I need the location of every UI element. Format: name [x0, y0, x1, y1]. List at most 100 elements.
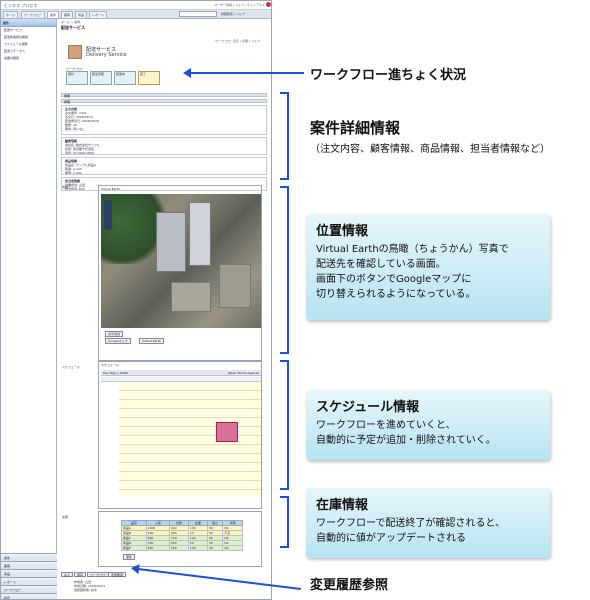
app-window: ビジネス プロセス ユーザー情報 | ヘルプ | サインアウト ホーム ワークフ… [0, 0, 272, 600]
bracket-inventory [280, 496, 289, 548]
table-cell: 500 [168, 545, 189, 551]
map-building [171, 282, 211, 312]
callout-location-line: 画面下のボタンでGoogleマップに [316, 274, 472, 285]
sidebar-nav-workflow[interactable]: ワークフロー [1, 585, 57, 593]
table-cell: 50 [206, 545, 224, 551]
tab-product[interactable]: 商品 [75, 11, 88, 18]
top-bar: ビジネス プロセス ユーザー情報 | ヘルプ | サインアウト [1, 1, 271, 10]
callout-workflow-progress: ワークフロー進ちょく状況 [310, 68, 467, 83]
callout-case-detail: 案件詳細情報 [310, 119, 401, 137]
callout-location: 位置情報 Virtual Earthの鳥瞰（ちょうかん）写真で 配送先を確認して… [306, 214, 550, 320]
tab-customer[interactable]: 顧客 [61, 11, 74, 18]
map-building [156, 212, 186, 272]
order-details: 注文内容 注文番号: 1001 注文日: 2008/03/01 配送希望日: 2… [61, 105, 267, 135]
bracket-location [280, 186, 289, 354]
callout-arrow-workflow [183, 68, 304, 78]
page-toolbar[interactable]: ワークフロー表示 | 印刷 | ヘルプ [215, 39, 260, 43]
record-meta: 作成者: 山田 作成日時: 2008/03/01 最終更新者: 鈴木 [74, 580, 105, 592]
detail-line: 電話: 03-0000-0000 [65, 151, 95, 155]
map-building [189, 202, 211, 266]
sidebar-item[interactable]: 配送先情報の確認 [1, 34, 56, 41]
calendar-date: Day May 1 2008 [103, 371, 128, 375]
callout-schedule-line: ワークフローを進めていくと、 [316, 420, 456, 431]
save-button[interactable]: 保存 [74, 572, 87, 577]
service-subtitle: Delivery Service [86, 52, 127, 58]
sidebar-header-label: 案件 [3, 21, 10, 25]
sidebar-item[interactable]: 配送ステータス [1, 48, 56, 55]
callout-inventory-title: 在庫情報 [316, 498, 369, 513]
sidebar-nav-customer[interactable]: 顧客 [1, 561, 57, 569]
workflow-step[interactable]: 配送中 [114, 71, 136, 85]
callout-case-detail-sub: （注文内容、顧客情報、商品情報、担当者情報など） [310, 144, 550, 155]
sidebar-nav-case[interactable]: 案件 [1, 553, 57, 561]
breadcrumb[interactable]: ホーム > 案件 [61, 20, 80, 24]
table-cell: OK [222, 545, 243, 551]
callout-schedule-line: 自動的に予定が追加・削除されていく。 [316, 435, 496, 446]
page-title: 配送サービス [61, 25, 85, 30]
map-pane: Virtual Earth 表示切替 Googleマップ Virtual Ear… [98, 185, 262, 361]
sidebar-item[interactable]: 在庫の確認 [1, 55, 56, 62]
table-row: 商品E 600 500 100 50 OK [121, 545, 243, 551]
sidebar-nav-product[interactable]: 商品 [1, 569, 57, 577]
map-building [219, 264, 251, 308]
meta-line: 最終更新者: 鈴木 [74, 588, 97, 592]
map-caption: Virtual Earth [101, 187, 120, 191]
google-map-button[interactable]: Googleマップ [105, 338, 131, 344]
bracket-schedule [280, 360, 289, 490]
tab-home[interactable]: ホーム [3, 11, 18, 18]
back-button[interactable]: 戻る [61, 572, 74, 577]
inventory-table-wrap: 品目 入荷 出荷 在庫 最小 状態 商品A 1000 900 100 50 OK 商品B 5… [101, 520, 261, 560]
calendar-toolbar[interactable]: Day May 1 2008 Week Month Agenda [101, 370, 261, 376]
map-toggle-button[interactable]: 表示切替 [105, 331, 124, 337]
callout-inventory-line: 自動的に値がアップデートされる [316, 533, 466, 544]
calendar-grid[interactable] [119, 382, 261, 496]
tab-report[interactable]: レポート [89, 11, 108, 18]
section-header-summary[interactable]: 概要 [61, 93, 267, 98]
sidebar-header[interactable]: 案件 [1, 19, 56, 27]
schedule-pane: スケジュール Day May 1 2008 Week Month Agenda [98, 361, 262, 509]
callout-inventory-line: ワークフローで配送終了が確認されると、 [316, 518, 505, 529]
bracket-case-detail [280, 92, 289, 180]
inventory-pane: 品目 入荷 出荷 在庫 最小 状態 商品A 1000 900 100 50 OK 商品B 5… [98, 511, 262, 567]
customer-details: 顧客情報 会社名: 株式会社サンプル 住所: 東京都千代田区 電話: 03-00… [61, 137, 267, 155]
section-header-details[interactable]: 詳細 [61, 99, 267, 104]
delivery-person-avatar [68, 45, 82, 59]
logo-icon [266, 2, 271, 7]
workflow-step-current[interactable]: 完了 [138, 71, 160, 85]
callout-inventory: 在庫情報 ワークフローで配送終了が確認されると、 自動的に値がアップデートされる [306, 488, 550, 558]
tab-case[interactable]: 案件 [47, 11, 60, 18]
sidebar-item[interactable]: スケジュール調整 [1, 41, 56, 48]
map-nav-control[interactable] [104, 200, 112, 230]
callout-history: 変更履歴参照 [310, 578, 389, 593]
schedule-row-label: スケジュール [62, 365, 80, 369]
tab-workflow[interactable]: ワークフロー [21, 11, 46, 18]
workflow-step[interactable]: 受付 [66, 71, 88, 85]
calendar-views[interactable]: Week Month Agenda [228, 371, 259, 375]
inventory-refresh-button[interactable]: 更新 [123, 554, 136, 560]
user-info-links[interactable]: ユーザー情報 | ヘルプ | サインアウト [214, 3, 265, 7]
sidebar-nav-settings[interactable]: 設定 [1, 593, 57, 599]
table-cell: 商品E [121, 545, 147, 551]
callout-location-line: 配送先を確認している画面。 [316, 259, 446, 270]
calendar-event[interactable] [216, 422, 238, 442]
sidebar: 案件 配送サービス 配送先情報の確認 スケジュール調整 配送ステータス 在庫の確… [1, 19, 57, 599]
virtual-earth-button[interactable]: Virtual Earth [139, 338, 164, 344]
app-brand: ビジネス プロセス [4, 3, 38, 8]
workflow-step[interactable]: 配達手配 [90, 71, 112, 85]
change-history-button[interactable]: 変更履歴 [108, 572, 127, 577]
map-row-label: 地図 [62, 185, 69, 189]
search-input[interactable] [179, 11, 217, 17]
table-cell: 600 [145, 545, 170, 551]
sidebar-nav-report[interactable]: レポート [1, 577, 57, 585]
product-details: 商品情報 商品名: サンプル商品A 型番: A-100 単価: 1,000 [61, 157, 267, 175]
sidebar-bottom-nav: 案件 顧客 商品 レポート ワークフロー 設定 [1, 553, 57, 599]
nav-bar: ホーム ワークフロー 案件 顧客 商品 レポート 詳細検索 | ヘルプ [1, 10, 271, 19]
callout-schedule-title: スケジュール情報 [316, 400, 420, 415]
detail-line: 単価: 1,000 [65, 171, 82, 175]
sidebar-item[interactable]: 配送サービス [1, 27, 56, 34]
service-header: 配達サービス Delivery Service [68, 45, 138, 61]
aerial-map-image[interactable] [101, 194, 261, 328]
inventory-table: 品目 入荷 出荷 在庫 最小 状態 商品A 1000 900 100 50 OK 商品B 5… [121, 520, 243, 551]
detail-line: 備考: 特になし [65, 127, 85, 131]
nav-links[interactable]: 詳細検索 | ヘルプ [221, 12, 245, 16]
